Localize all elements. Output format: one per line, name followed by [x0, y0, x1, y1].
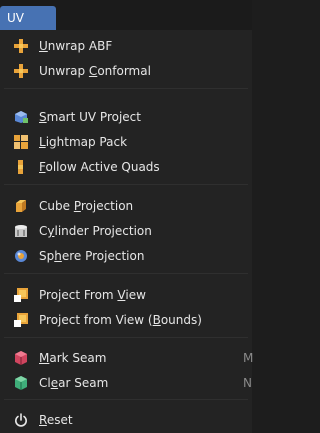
uv-menu: UV Unwrap ABF Unwrap Conformal Smart UV …: [0, 0, 254, 433]
project-from-view-icon: [14, 313, 28, 327]
menu-item-cylinder-projection[interactable]: Cylinder Projection: [0, 219, 252, 243]
clear-seam-icon: [15, 376, 27, 390]
menu-header: UV: [0, 0, 252, 30]
menu-item-label: Cube Projection: [39, 199, 134, 213]
mark-seam-icon: [15, 351, 27, 365]
reset-icon: [15, 413, 27, 427]
menu-item-label: Follow Active Quads: [39, 160, 160, 174]
project-from-view-icon: [14, 288, 28, 302]
menu-item-label: Reset: [39, 413, 73, 427]
lightmap-pack-icon: [14, 135, 28, 149]
menu-separator: [4, 184, 248, 185]
menu-separator: [4, 273, 248, 274]
cylinder-projection-icon: [15, 225, 27, 237]
menu-item-project-from-view[interactable]: Project From View: [0, 283, 252, 307]
uv-menu-tab[interactable]: UV: [0, 6, 56, 30]
menu-item-cube-projection[interactable]: Cube Projection: [0, 194, 252, 218]
menu-item-label: Cylinder Projection: [39, 224, 152, 238]
menu-item-sphere-projection[interactable]: Sphere Projection: [0, 244, 252, 268]
menu-separator: [4, 337, 248, 338]
smart-uv-project-icon: [15, 111, 28, 123]
menu-separator: [4, 88, 248, 89]
menu-item-label: Smart UV Project: [39, 110, 141, 124]
menu-item-mark-seam[interactable]: Mark Seam M: [0, 346, 254, 370]
menu-item-label: Clear Seam: [39, 376, 109, 390]
menu-item-unwrap-conformal[interactable]: Unwrap Conformal: [0, 59, 252, 83]
unwrap-icon: [14, 39, 28, 53]
cube-projection-icon: [16, 200, 26, 212]
menu-item-reset[interactable]: Reset: [0, 408, 252, 432]
menu-item-clear-seam[interactable]: Clear Seam N: [0, 371, 252, 395]
menu-item-smart-uv-project[interactable]: Smart UV Project: [0, 105, 252, 129]
menu-item-label: Unwrap ABF: [39, 39, 113, 53]
menu-item-project-from-view-bounds[interactable]: Project from View (Bounds): [0, 308, 252, 332]
sphere-projection-icon: [15, 250, 27, 262]
unwrap-icon: [14, 64, 28, 78]
follow-active-quads-icon: [18, 160, 23, 174]
menu-separator: [4, 399, 248, 400]
menu-item-label: Lightmap Pack: [39, 135, 128, 149]
menu-item-label: Unwrap Conformal: [39, 64, 151, 78]
menu-item-follow-active-quads[interactable]: Follow Active Quads: [0, 155, 252, 179]
menu-item-label: Mark Seam: [39, 351, 107, 365]
menu-item-label: Sphere Projection: [39, 249, 145, 263]
menu-item-lightmap-pack[interactable]: Lightmap Pack: [0, 130, 252, 154]
menu-item-label: Project from View (Bounds): [39, 313, 202, 327]
menu-item-label: Project From View: [39, 288, 146, 302]
shortcut-hint: M: [243, 351, 254, 365]
menu-item-unwrap-abf[interactable]: Unwrap ABF: [0, 34, 252, 58]
shortcut-hint: N: [243, 376, 252, 390]
